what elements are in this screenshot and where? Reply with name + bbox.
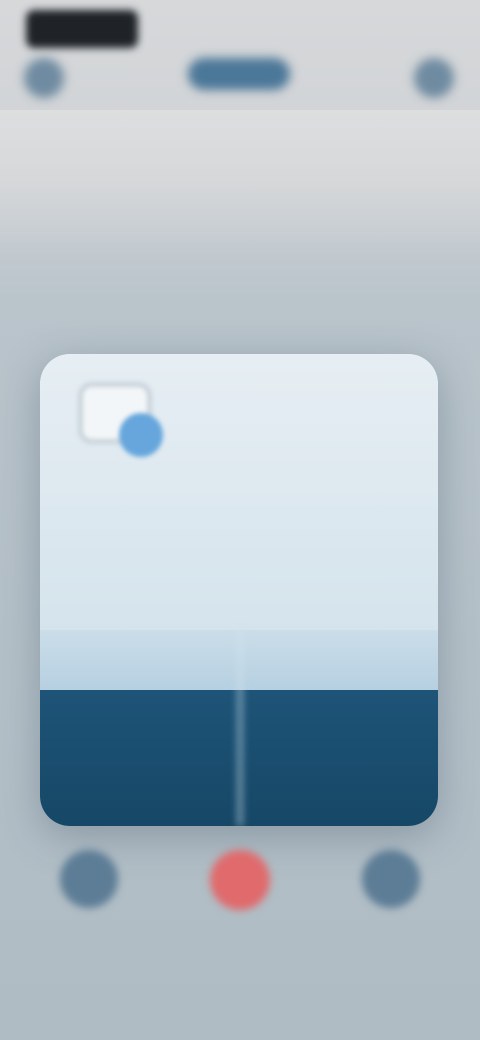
dialog-choice-right[interactable]: [240, 630, 438, 690]
status-bar-time: [26, 10, 138, 48]
back-button[interactable]: [24, 58, 64, 98]
header-title: [188, 58, 290, 90]
dialog-divider: [238, 630, 242, 826]
speaker-button[interactable]: [362, 850, 420, 908]
end-call-button[interactable]: [210, 850, 270, 910]
dialog-choice-left[interactable]: [40, 630, 240, 690]
badge-icon: [119, 413, 163, 457]
dialog-action-right[interactable]: [240, 690, 438, 826]
header-blur: [0, 110, 480, 250]
mute-button[interactable]: [60, 850, 118, 908]
more-button[interactable]: [414, 58, 454, 98]
app-icon: [78, 382, 163, 457]
dialog-action-left[interactable]: [40, 690, 240, 826]
dialog: [40, 354, 438, 826]
